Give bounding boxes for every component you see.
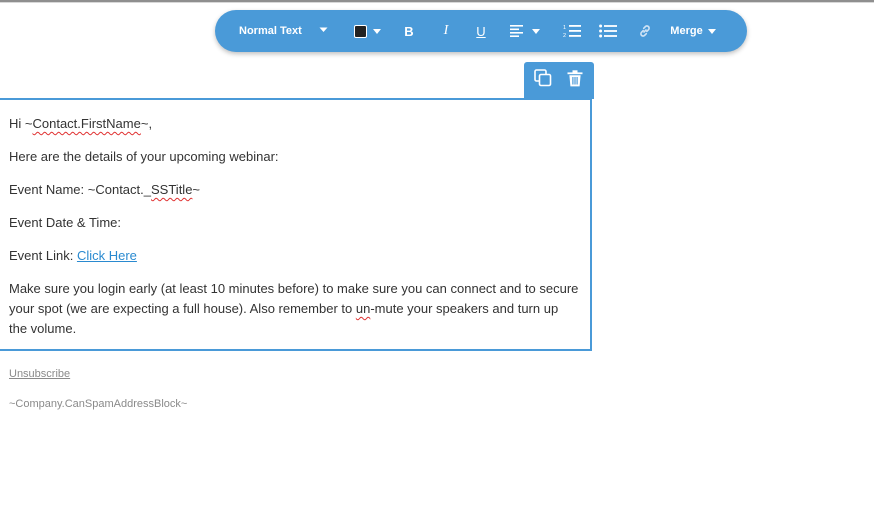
bullet-list-icon	[599, 24, 617, 38]
text-color-button[interactable]	[347, 10, 387, 52]
instructions-line-2-start: your spot (we are expecting a full house…	[9, 301, 356, 316]
merge-label: Merge	[670, 25, 703, 37]
italic-button[interactable]: I	[436, 10, 456, 52]
greeting-line: Hi ~Contact.FirstName~,	[9, 114, 152, 134]
event-link[interactable]: Click Here	[77, 248, 137, 263]
formatting-toolbar: Normal Text B I U 1 2 Merge	[215, 10, 747, 52]
merge-token-firstname: Contact.FirstName	[32, 116, 141, 131]
block-actions-bar	[524, 62, 594, 99]
event-name-suffix: ~	[192, 182, 201, 197]
delete-block-button[interactable]	[560, 62, 590, 99]
insert-link-button[interactable]	[633, 10, 657, 52]
chevron-down-icon	[319, 27, 328, 33]
trash-icon	[567, 69, 583, 92]
underline-button[interactable]: U	[471, 10, 491, 52]
chevron-down-icon	[532, 28, 540, 34]
event-name-line: Event Name: ~Contact._SSTitle~	[9, 180, 200, 200]
svg-text:1: 1	[563, 25, 566, 31]
svg-text:2: 2	[563, 33, 566, 38]
align-left-icon	[510, 25, 524, 37]
bold-button[interactable]: B	[399, 10, 419, 52]
event-link-line: Event Link: Click Here	[9, 246, 137, 266]
address-block: ~Company.CanSpamAddressBlock~	[9, 398, 188, 410]
text-style-label: Normal Text	[239, 25, 302, 37]
spellcheck-word: un	[355, 301, 371, 316]
event-link-label: Event Link:	[9, 248, 77, 263]
merge-token-sstitle: SSTitle	[151, 182, 193, 197]
event-name-prefix: Event Name: ~Contact._	[9, 182, 151, 197]
instructions-line-2: your spot (we are expecting a full house…	[9, 299, 558, 319]
unsubscribe-link[interactable]: Unsubscribe	[9, 368, 70, 380]
color-swatch	[353, 24, 367, 38]
ordered-list-icon: 1 2	[563, 24, 581, 38]
chevron-down-icon	[707, 28, 716, 34]
underline-icon: U	[476, 23, 486, 39]
bold-icon: B	[404, 23, 414, 39]
intro-line: Here are the details of your upcoming we…	[9, 149, 279, 164]
chevron-down-icon	[372, 28, 381, 34]
text-style-dropdown[interactable]: Normal Text	[235, 10, 335, 52]
instructions-line-2-end: -mute your speakers and turn up	[370, 301, 559, 316]
italic-icon: I	[443, 23, 449, 38]
duplicate-block-button[interactable]	[528, 62, 558, 99]
event-datetime-line: Event Date & Time:	[9, 215, 121, 230]
merge-fields-dropdown[interactable]: Merge	[667, 10, 719, 52]
selected-text-block[interactable]: Hi ~Contact.FirstName~, Here are the det…	[0, 98, 592, 351]
align-dropdown[interactable]	[505, 10, 545, 52]
greeting-prefix: Hi ~	[9, 116, 33, 131]
link-icon	[638, 24, 652, 38]
instructions-line-1: Make sure you login early (at least 10 m…	[9, 281, 579, 296]
bullet-list-button[interactable]	[596, 10, 620, 52]
copy-icon	[534, 69, 552, 92]
window-top-border-shadow	[0, 2, 874, 3]
ordered-list-button[interactable]: 1 2	[560, 10, 584, 52]
greeting-suffix: ~,	[140, 116, 153, 131]
instructions-line-3: the volume.	[9, 321, 77, 336]
